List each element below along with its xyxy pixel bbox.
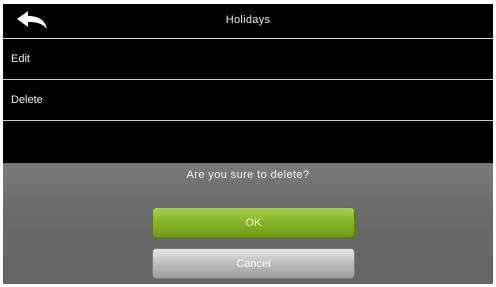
- menu-item-label: Delete: [11, 94, 43, 106]
- device-screen: Holidays Edit Delete Are you sure to del…: [3, 4, 493, 284]
- cancel-button[interactable]: Cancel: [152, 248, 355, 279]
- ok-button-label: OK: [245, 216, 262, 229]
- page-title: Holidays: [225, 14, 271, 26]
- menu-item-delete[interactable]: Delete: [3, 80, 493, 121]
- confirm-dialog: Are you sure to delete? OK Cancel: [3, 163, 493, 284]
- menu-item-label: Edit: [11, 53, 30, 65]
- ok-button[interactable]: OK: [152, 207, 355, 238]
- menu-item-edit[interactable]: Edit: [3, 39, 493, 80]
- menu-empty-row: [3, 121, 493, 163]
- cancel-button-label: Cancel: [236, 257, 271, 270]
- title-bar: Holidays: [3, 4, 493, 39]
- dialog-message: Are you sure to delete?: [186, 169, 310, 181]
